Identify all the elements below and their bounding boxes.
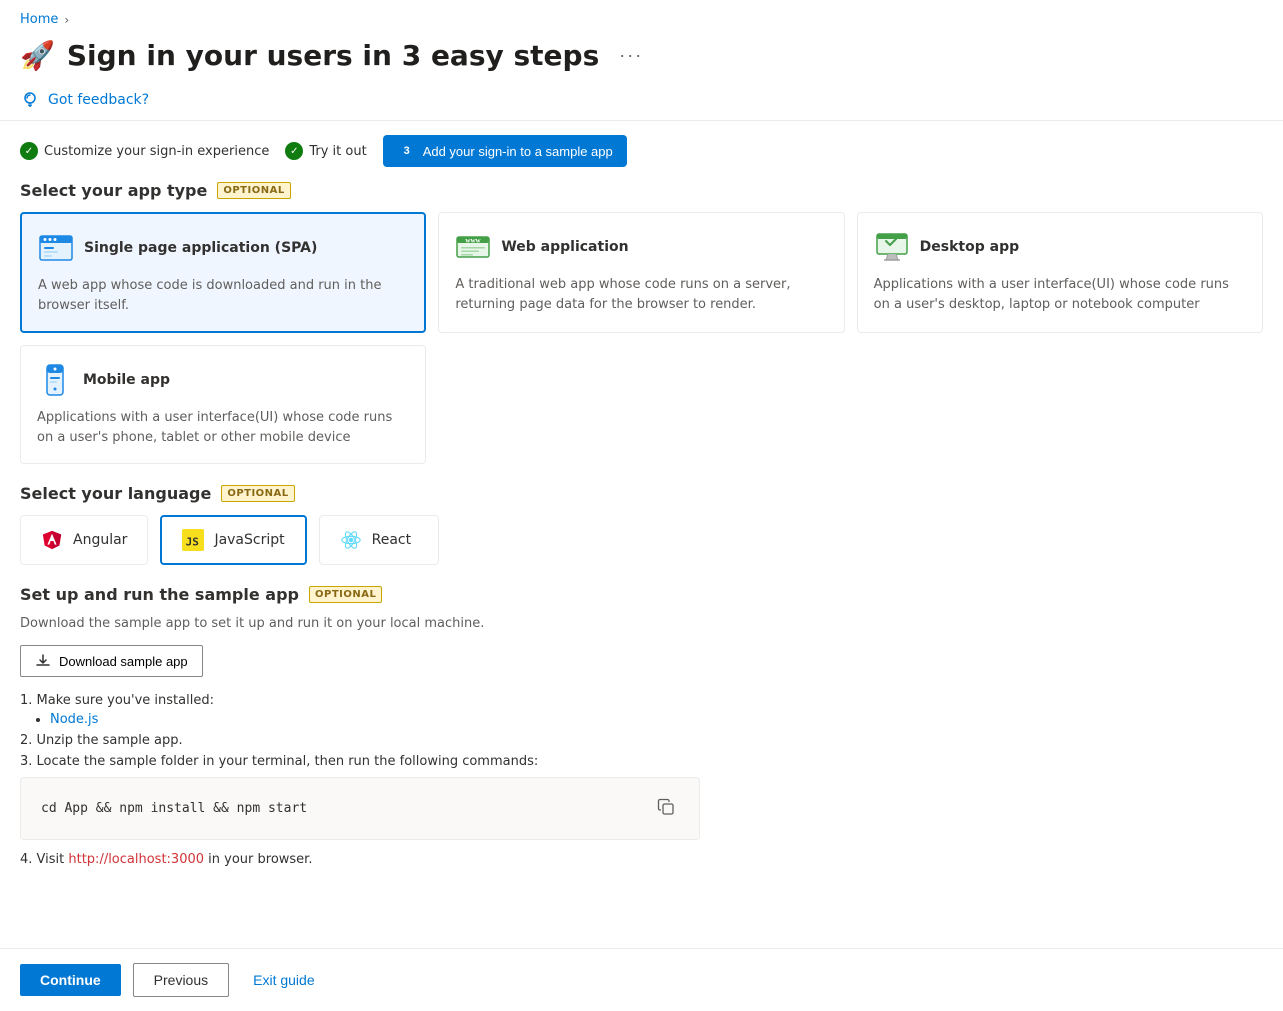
step-1: ✓ Customize your sign-in experience xyxy=(20,142,269,160)
download-sample-app-button[interactable]: Download sample app xyxy=(20,645,203,677)
visit-prefix: 4. Visit xyxy=(20,852,68,867)
more-options-button[interactable]: ··· xyxy=(611,41,651,70)
nodejs-link[interactable]: Node.js xyxy=(50,712,98,727)
app-type-card-spa-header: Single page application (SPA) xyxy=(38,230,408,266)
steps-bar: ✓ Customize your sign-in experience ✓ Tr… xyxy=(0,121,1283,181)
language-section-title: Select your language OPTIONAL xyxy=(20,484,1263,503)
app-type-section-title: Select your app type OPTIONAL xyxy=(20,181,1263,200)
page-header: 🚀 Sign in your users in 3 easy steps ··· xyxy=(0,35,1283,84)
app-type-card-mobile[interactable]: Mobile app Applications with a user inte… xyxy=(20,345,426,464)
step-1-check: ✓ xyxy=(20,142,38,160)
javascript-icon: JS xyxy=(182,529,204,551)
desktop-card-desc: Applications with a user interface(UI) w… xyxy=(874,275,1246,314)
visit-suffix: in your browser. xyxy=(204,852,312,867)
code-content: cd App && npm install && npm start xyxy=(41,801,307,816)
language-cards: Angular JS JavaScript React xyxy=(20,515,1263,565)
breadcrumb: Home › xyxy=(0,0,1283,35)
spa-card-title: Single page application (SPA) xyxy=(84,240,317,256)
app-type-card-webapp[interactable]: www Web application A traditional web ap… xyxy=(438,212,844,333)
localhost-link[interactable]: http://localhost:3000 xyxy=(68,852,204,867)
download-btn-label: Download sample app xyxy=(59,654,188,669)
setup-title-text: Set up and run the sample app xyxy=(20,585,299,604)
main-content: Select your app type OPTIONAL Single pag… xyxy=(0,181,1283,867)
setup-section: Set up and run the sample app OPTIONAL D… xyxy=(20,585,1263,867)
instruction-1: 1. Make sure you've installed: Node.js xyxy=(20,693,1263,727)
app-type-card-desktop[interactable]: Desktop app Applications with a user int… xyxy=(857,212,1263,333)
lang-angular-label: Angular xyxy=(73,532,127,548)
instruction-3-text: Locate the sample folder in your termina… xyxy=(37,754,539,769)
react-icon xyxy=(340,529,362,551)
exit-guide-button[interactable]: Exit guide xyxy=(241,964,326,996)
feedback-link[interactable]: Got feedback? xyxy=(48,92,149,108)
app-type-optional-badge: OPTIONAL xyxy=(217,182,290,199)
instruction-1-text: Make sure you've installed: xyxy=(37,693,214,708)
visit-line: 4. Visit http://localhost:3000 in your b… xyxy=(20,852,1263,867)
app-type-grid-row2: Mobile app Applications with a user inte… xyxy=(20,345,1263,464)
breadcrumb-separator: › xyxy=(64,13,69,27)
angular-icon xyxy=(41,529,63,551)
step-2: ✓ Try it out xyxy=(285,142,366,160)
svg-text:www: www xyxy=(466,237,482,245)
continue-button[interactable]: Continue xyxy=(20,964,121,996)
language-title-text: Select your language xyxy=(20,484,211,503)
spa-icon xyxy=(38,230,74,266)
step-2-label: Try it out xyxy=(309,144,366,159)
webapp-card-desc: A traditional web app whose code runs on… xyxy=(455,275,827,314)
app-type-grid-row1: Single page application (SPA) A web app … xyxy=(20,212,1263,333)
lang-card-javascript[interactable]: JS JavaScript xyxy=(160,515,306,565)
mobile-icon xyxy=(37,362,73,398)
copy-code-button[interactable] xyxy=(653,794,679,823)
setup-section-title: Set up and run the sample app OPTIONAL xyxy=(20,585,1263,604)
setup-description: Download the sample app to set it up and… xyxy=(20,616,1263,631)
lang-react-label: React xyxy=(372,532,411,548)
lang-card-react[interactable]: React xyxy=(319,515,439,565)
app-type-card-mobile-header: Mobile app xyxy=(37,362,409,398)
instruction-2: 2. Unzip the sample app. xyxy=(20,733,1263,748)
app-type-card-webapp-header: www Web application xyxy=(455,229,827,265)
code-block: cd App && npm install && npm start xyxy=(20,777,700,840)
step-2-check: ✓ xyxy=(285,142,303,160)
svg-text:JS: JS xyxy=(186,536,199,549)
app-type-title-text: Select your app type xyxy=(20,181,207,200)
language-optional-badge: OPTIONAL xyxy=(221,485,294,502)
step-3-number: 3 xyxy=(397,141,417,161)
instruction-2-text: Unzip the sample app. xyxy=(37,733,183,748)
download-icon xyxy=(35,653,51,669)
desktop-card-title: Desktop app xyxy=(920,239,1019,255)
step-3-label: Add your sign-in to a sample app xyxy=(423,144,613,159)
instruction-3: 3. Locate the sample folder in your term… xyxy=(20,754,1263,769)
copy-icon xyxy=(657,798,675,816)
rocket-emoji: 🚀 xyxy=(20,39,55,72)
feedback-bar: Got feedback? xyxy=(0,84,1283,121)
breadcrumb-home[interactable]: Home xyxy=(20,12,58,27)
desktop-icon xyxy=(874,229,910,265)
language-section: Select your language OPTIONAL Angular JS xyxy=(20,484,1263,565)
step-3-button[interactable]: 3 Add your sign-in to a sample app xyxy=(383,135,627,167)
lang-javascript-label: JavaScript xyxy=(214,532,284,548)
page-title: Sign in your users in 3 easy steps xyxy=(67,39,599,72)
webapp-icon: www xyxy=(455,229,491,265)
mobile-card-title: Mobile app xyxy=(83,372,170,388)
lang-card-angular[interactable]: Angular xyxy=(20,515,148,565)
step-1-label: Customize your sign-in experience xyxy=(44,144,269,159)
mobile-card-desc: Applications with a user interface(UI) w… xyxy=(37,408,409,447)
feedback-icon xyxy=(20,90,40,110)
webapp-card-title: Web application xyxy=(501,239,628,255)
app-type-card-spa[interactable]: Single page application (SPA) A web app … xyxy=(20,212,426,333)
spa-card-desc: A web app whose code is downloaded and r… xyxy=(38,276,408,315)
footer-bar: Continue Previous Exit guide xyxy=(0,948,1283,1011)
setup-optional-badge: OPTIONAL xyxy=(309,586,382,603)
previous-button[interactable]: Previous xyxy=(133,963,229,997)
app-type-card-desktop-header: Desktop app xyxy=(874,229,1246,265)
